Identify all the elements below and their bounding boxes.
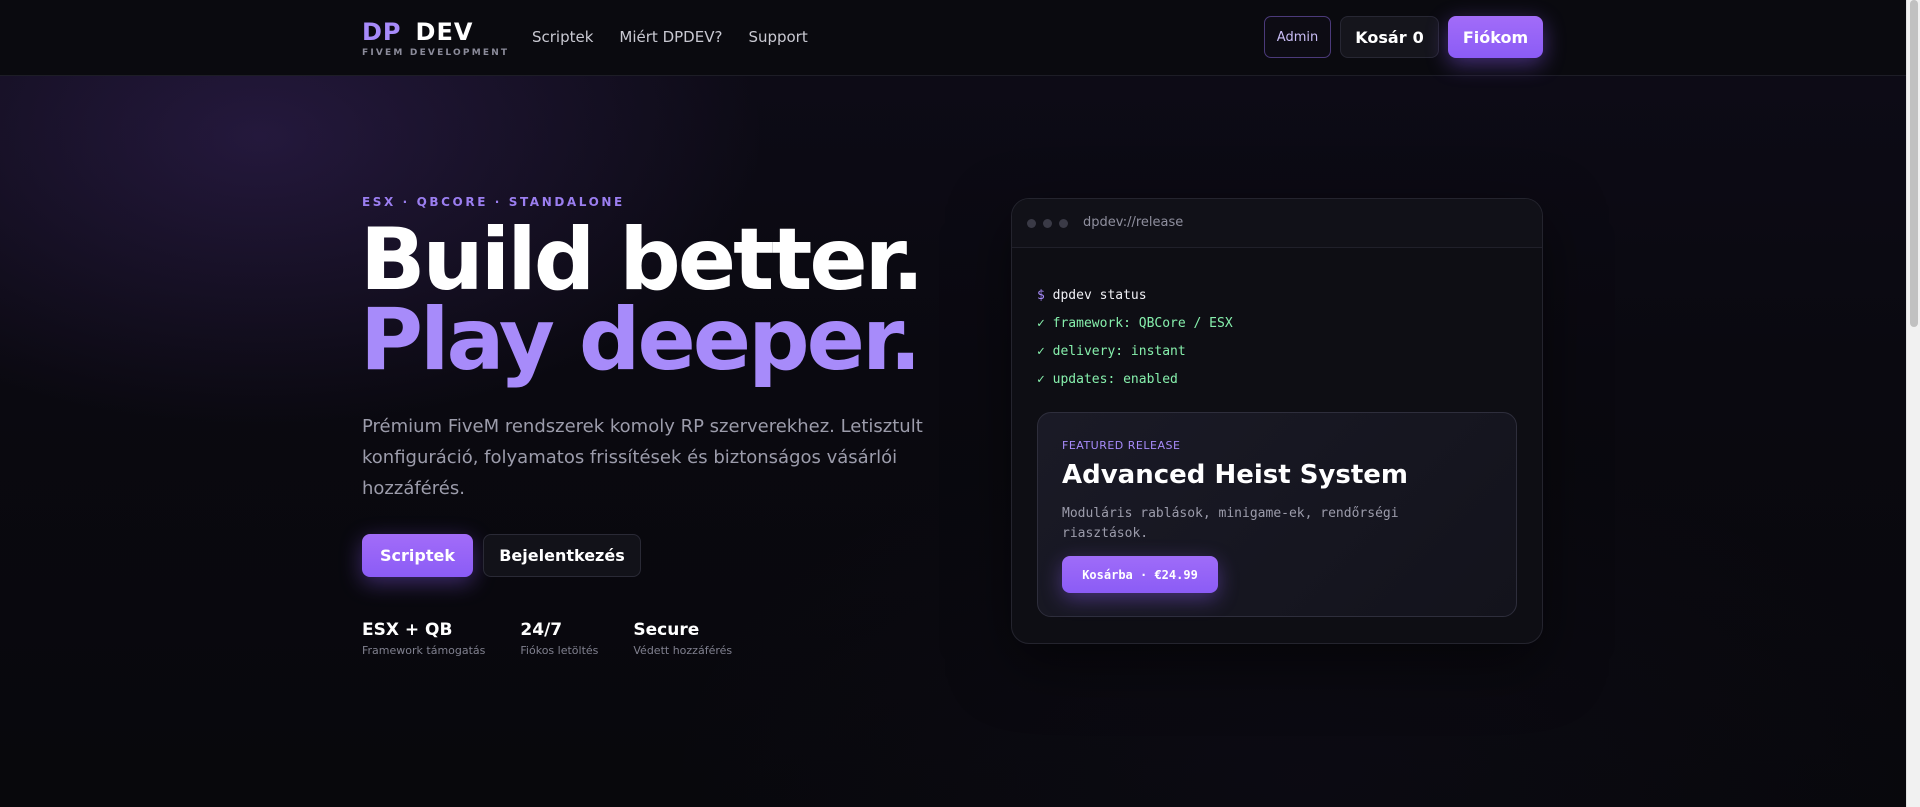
terminal-output: $ dpdev status ✓ framework: QBCore / ESX… [1037, 282, 1233, 394]
cart-count: 0 [1412, 27, 1424, 47]
window-dot-icon [1027, 219, 1036, 228]
stat-value: ESX + QB [362, 620, 453, 640]
terminal-status-line: ✓ delivery: instant [1037, 344, 1186, 359]
stat-item: ESX + QB Framework támogatás [362, 620, 485, 657]
featured-release-card: FEATURED RELEASE Advanced Heist System M… [1037, 412, 1517, 617]
nav-link-why[interactable]: Miért DPDEV? [619, 28, 722, 46]
nav-link-support[interactable]: Support [748, 28, 807, 46]
logo-dp: DP [362, 18, 402, 46]
featured-tag: FEATURED RELEASE [1062, 439, 1181, 452]
stat-value: Secure [633, 620, 700, 640]
featured-title: Advanced Heist System [1062, 460, 1409, 490]
hero-background [0, 76, 1906, 807]
terminal-url: dpdev://release [1083, 215, 1184, 230]
hero-title-line2: Play deeper. [360, 290, 922, 390]
main-nav: Scriptek Miért DPDEV? Support [532, 28, 808, 46]
login-button[interactable]: Bejelentkezés [483, 534, 641, 577]
terminal-card: dpdev://release $ dpdev status ✓ framewo… [1011, 198, 1543, 644]
logo-dev: DEV [415, 18, 474, 46]
navbar: DP DEV FIVEM DEVELOPMENT Scriptek Miért D… [0, 0, 1906, 76]
hero-eyebrow: ESX · QBCORE · STANDALONE [362, 195, 625, 209]
terminal-prompt: $ [1037, 288, 1045, 303]
cart-label: Kosár [1355, 27, 1407, 47]
stat-label: Fiókos letöltés [520, 644, 599, 657]
terminal-command: dpdev status [1052, 288, 1147, 303]
terminal-command-line: $ dpdev status [1037, 282, 1233, 310]
stat-label: Védett hozzáférés [633, 644, 733, 657]
stat-item: Secure Védett hozzáférés [633, 620, 732, 657]
terminal-status-line: ✓ framework: QBCore / ESX [1037, 316, 1233, 331]
hero-title: Build better. Play deeper. [360, 210, 924, 390]
nav-link-scripts[interactable]: Scriptek [532, 28, 593, 46]
logo-tagline: FIVEM DEVELOPMENT [362, 48, 510, 58]
scripts-button[interactable]: Scriptek [362, 534, 473, 577]
terminal-status-line: ✓ updates: enabled [1037, 372, 1178, 387]
hero-stats: ESX + QB Framework támogatás 24/7 Fiókos… [362, 620, 767, 657]
window-dot-icon [1059, 219, 1068, 228]
window-dot-icon [1043, 219, 1052, 228]
logo-wordmark: DP DEV [362, 18, 509, 46]
page-scrollbar[interactable] [1906, 0, 1920, 807]
add-to-cart-button[interactable]: Kosárba · €24.99 [1062, 556, 1218, 593]
terminal-header: dpdev://release [1012, 199, 1542, 248]
hero-description: Prémium FiveM rendszerek komoly RP szerv… [362, 416, 923, 499]
scrollbar-thumb[interactable] [1910, 0, 1918, 327]
account-button[interactable]: Fiókom [1448, 16, 1543, 58]
cart-button[interactable]: Kosár 0 [1340, 16, 1439, 58]
featured-description: Moduláris rablások, minigame-ek, rendőrs… [1062, 506, 1399, 541]
admin-button[interactable]: Admin [1264, 16, 1331, 58]
stat-label: Framework támogatás [362, 644, 486, 657]
stat-item: 24/7 Fiókos letöltés [520, 620, 598, 657]
logo[interactable]: DP DEV FIVEM DEVELOPMENT [362, 18, 509, 58]
hero-title-line1: Build better. [360, 210, 924, 310]
stat-value: 24/7 [520, 620, 563, 640]
